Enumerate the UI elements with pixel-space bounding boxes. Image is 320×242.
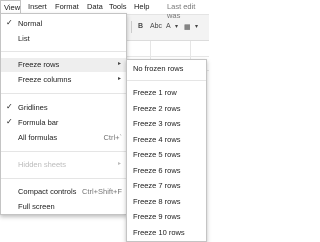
submenu-arrow-icon: ▸ [117,76,121,82]
submenu-item-label: Freeze 3 rows [133,119,181,128]
menu-item-label: Formula bar [18,118,59,127]
freeze-rows-submenu: No frozen rows Freeze 1 row Freeze 2 row… [126,59,207,242]
check-icon: ✓ [6,102,13,111]
menu-separator [1,151,126,152]
submenu-arrow-icon: ▸ [117,61,121,67]
submenu-item-label: Freeze 1 row [133,88,177,97]
submenu-item-label: Freeze 2 rows [133,104,181,113]
submenu-item-freeze-6-rows[interactable]: Freeze 6 rows [127,164,206,178]
submenu-item-label: Freeze 4 rows [133,135,181,144]
last-edit-link[interactable]: Last edit was [167,2,209,20]
fill-color-icon[interactable]: ▦ [184,23,191,31]
menu-item-hidden-sheets: Hidden sheets ▸ [1,158,126,172]
menu-item-formula-bar[interactable]: ✓ Formula bar [1,116,126,130]
submenu-item-label: Freeze 7 rows [133,181,181,190]
menu-separator [1,93,126,94]
menu-item-freeze-columns[interactable]: Freeze columns ▸ [1,73,126,87]
submenu-item-label: Freeze 10 rows [133,228,185,237]
toolbar-separator [131,21,132,33]
submenu-item-label: Freeze 9 rows [133,212,181,221]
submenu-item-freeze-2-rows[interactable]: Freeze 2 rows [127,102,206,116]
check-icon: ✓ [6,18,13,27]
menu-tools[interactable]: Tools [109,2,127,11]
menu-separator [127,80,206,81]
chevron-down-icon[interactable]: ▾ [175,23,178,30]
menu-insert[interactable]: Insert [28,2,47,11]
menu-item-list[interactable]: List [1,32,126,46]
submenu-item-freeze-9-rows[interactable]: Freeze 9 rows [127,210,206,224]
menu-help[interactable]: Help [134,2,149,11]
menu-item-label: All formulas [18,133,58,142]
menu-data[interactable]: Data [87,2,103,11]
menu-item-label: List [18,34,30,43]
menu-item-label: Full screen [18,202,55,211]
menu-item-gridlines[interactable]: ✓ Gridlines [1,101,126,115]
submenu-item-freeze-8-rows[interactable]: Freeze 8 rows [127,195,206,209]
submenu-item-label: Freeze 5 rows [133,150,181,159]
menu-item-all-formulas[interactable]: All formulas Ctrl+` [1,131,126,145]
menu-item-freeze-rows[interactable]: Freeze rows ▸ [1,58,126,72]
menu-item-label: Hidden sheets [18,160,66,169]
submenu-item-freeze-4-rows[interactable]: Freeze 4 rows [127,133,206,147]
submenu-item-no-frozen-rows[interactable]: No frozen rows [127,62,206,76]
menu-format[interactable]: Format [55,2,79,11]
submenu-item-freeze-7-rows[interactable]: Freeze 7 rows [127,179,206,193]
shortcut-text: Ctrl+` [103,133,122,142]
check-icon: ✓ [6,117,13,126]
menu-item-label: Freeze columns [18,75,72,84]
menu-item-full-screen[interactable]: Full screen [1,200,126,214]
menu-item-label: Freeze rows [18,60,60,69]
menu-item-compact-controls[interactable]: Compact controls Ctrl+Shift+F [1,185,126,199]
submenu-item-freeze-5-rows[interactable]: Freeze 5 rows [127,148,206,162]
submenu-item-label: Freeze 6 rows [133,166,181,175]
submenu-item-label: Freeze 8 rows [133,197,181,206]
menu-item-label: Compact controls [18,187,77,196]
submenu-item-label: No frozen rows [133,64,184,73]
menu-item-label: Normal [18,19,43,28]
bold-button[interactable]: B [138,23,143,30]
menu-separator [1,178,126,179]
menu-item-normal[interactable]: ✓ Normal [1,17,126,31]
menu-view[interactable]: View [0,0,21,14]
view-menu: ✓ Normal List Freeze rows ▸ Freeze colum… [0,13,127,215]
menu-item-label: Gridlines [18,103,48,112]
text-color-button[interactable]: A [166,23,171,30]
submenu-item-freeze-1-row[interactable]: Freeze 1 row [127,86,206,100]
submenu-arrow-icon: ▸ [117,161,121,167]
font-name-button[interactable]: Abc [150,23,162,30]
submenu-item-freeze-10-rows[interactable]: Freeze 10 rows [127,226,206,240]
shortcut-text: Ctrl+Shift+F [81,187,122,196]
chevron-down-icon[interactable]: ▾ [195,23,198,30]
menu-separator [1,51,126,52]
submenu-item-freeze-3-rows[interactable]: Freeze 3 rows [127,117,206,131]
